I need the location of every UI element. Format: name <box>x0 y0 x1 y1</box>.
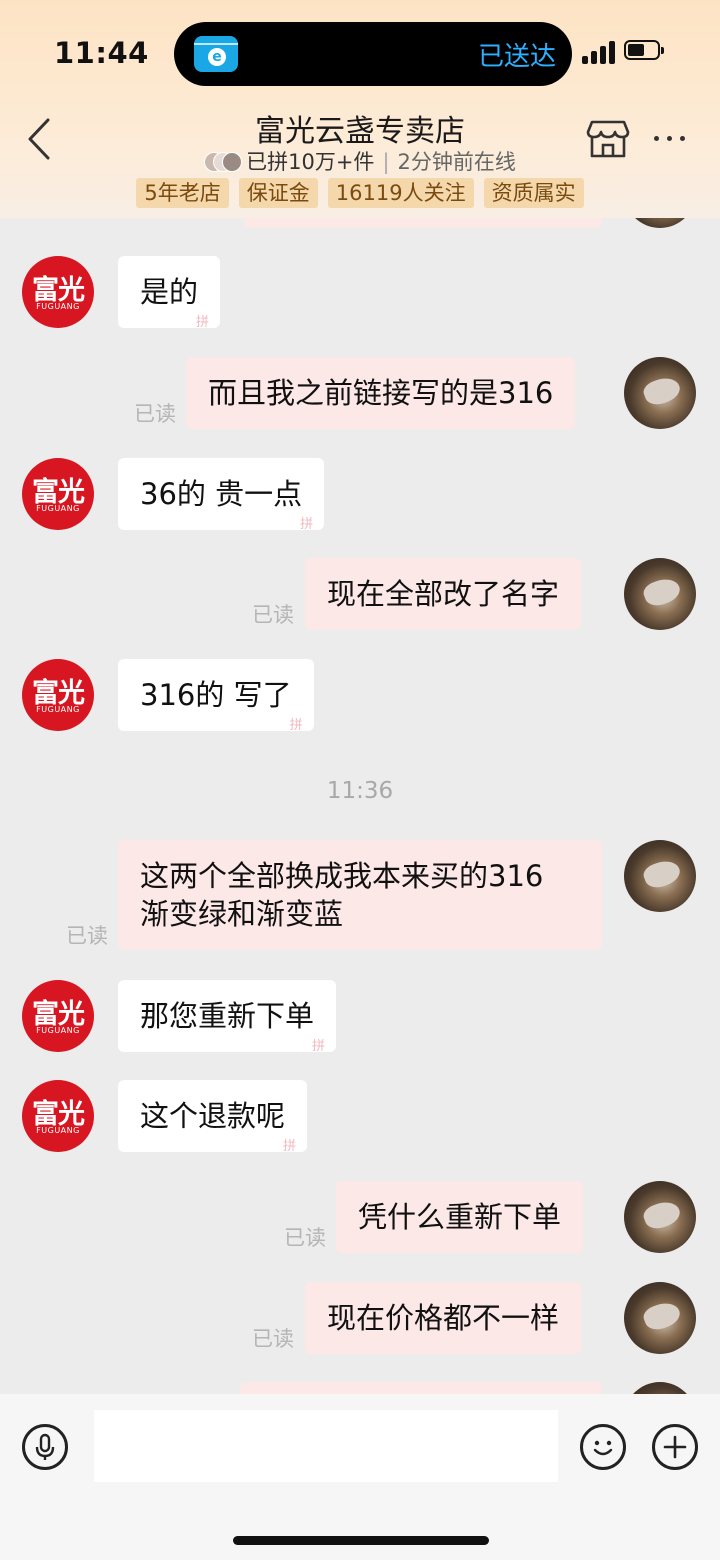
message-bubble[interactable]: 是的 拼 <box>118 256 221 330</box>
signal-icon <box>582 40 616 64</box>
voice-button[interactable] <box>22 1424 68 1470</box>
delivered-status: 已送达 <box>477 42 556 72</box>
badge-deposit: 保证金 <box>238 178 318 208</box>
read-receipt: 已读 <box>284 1226 326 1250</box>
user-avatar[interactable] <box>624 840 696 912</box>
emoji-button[interactable] <box>580 1424 626 1470</box>
user-avatar[interactable] <box>624 1282 696 1354</box>
message-bubble[interactable]: 现在价格都不一样 <box>305 1282 582 1354</box>
status-time: 11:44 <box>54 36 149 70</box>
home-indicator <box>233 1536 489 1545</box>
app-box-icon: e <box>194 36 238 72</box>
partial-message-bottom <box>240 1382 602 1394</box>
emoji-icon <box>593 1440 613 1456</box>
message-bubble[interactable]: 这两个全部换成我本来买的316 渐变绿和渐变蓝 <box>118 840 602 950</box>
user-avatar <box>624 218 696 228</box>
pin-icon: 拼 <box>283 1139 297 1154</box>
badge-followers: 16119人关注 <box>327 178 474 208</box>
pin-icon: 拼 <box>196 315 210 330</box>
user-avatar[interactable] <box>624 558 696 630</box>
user-avatar <box>624 1382 696 1394</box>
dynamic-island[interactable]: e 已送达 <box>174 22 572 86</box>
online-status: 2分钟前在线 <box>397 150 516 174</box>
chat-area[interactable]: 富光 FUGUANG 是的 拼 已读 而且我之前链接写的是316 富光 FUGUAN… <box>0 218 720 1394</box>
user-avatar[interactable] <box>624 1181 696 1253</box>
message-input[interactable] <box>94 1410 558 1482</box>
sold-count: 已拼10万+件 <box>246 150 375 174</box>
message-bubble[interactable]: 36的 贵一点 拼 <box>118 458 325 532</box>
message-bubble[interactable]: 而且我之前链接写的是316 <box>186 357 576 429</box>
battery-icon <box>624 40 664 62</box>
message-bubble[interactable]: 现在全部改了名字 <box>305 558 582 630</box>
microphone-icon <box>35 1433 55 1460</box>
plus-icon <box>663 1435 687 1459</box>
partial-message-top <box>244 218 602 228</box>
time-divider: 11:36 <box>326 778 394 804</box>
message-bubble[interactable]: 凭什么重新下单 <box>336 1181 584 1253</box>
badge-verified: 资质属实 <box>483 178 584 208</box>
input-bar <box>0 1394 720 1560</box>
chat-header: 11:44 e 已送达 富光云盏专卖店 已拼10万+件 | 2分钟前在线 5年老店保… <box>0 0 720 218</box>
read-receipt: 已读 <box>66 924 108 948</box>
shop-avatar[interactable]: 富光 FUGUANG <box>22 659 94 731</box>
read-receipt: 已读 <box>252 603 294 627</box>
badge-years: 5年老店 <box>136 178 229 208</box>
plus-button[interactable] <box>652 1424 698 1470</box>
shop-avatar[interactable]: 富光 FUGUANG <box>22 256 94 328</box>
read-receipt: 已读 <box>252 1327 294 1351</box>
shop-avatar[interactable]: 富光 FUGUANG <box>22 1080 94 1152</box>
shop-avatar[interactable]: 富光 FUGUANG <box>22 458 94 530</box>
more-button[interactable] <box>650 124 690 152</box>
shop-avatar[interactable]: 富光 FUGUANG <box>22 980 94 1052</box>
shop-button[interactable] <box>586 118 630 160</box>
user-avatar[interactable] <box>624 357 696 429</box>
buyer-avatars <box>204 152 243 172</box>
pin-icon: 拼 <box>289 718 303 733</box>
store-badges: 5年老店 保证金 16119人关注 资质属实 <box>0 178 720 208</box>
pin-icon: 拼 <box>300 517 314 532</box>
read-receipt: 已读 <box>134 402 176 426</box>
message-bubble[interactable]: 316的 写了 拼 <box>118 659 314 733</box>
pin-icon: 拼 <box>312 1039 326 1054</box>
store-icon <box>586 120 630 158</box>
message-bubble[interactable]: 这个退款呢 拼 <box>118 1080 308 1154</box>
message-bubble[interactable]: 那您重新下单 拼 <box>118 980 337 1054</box>
